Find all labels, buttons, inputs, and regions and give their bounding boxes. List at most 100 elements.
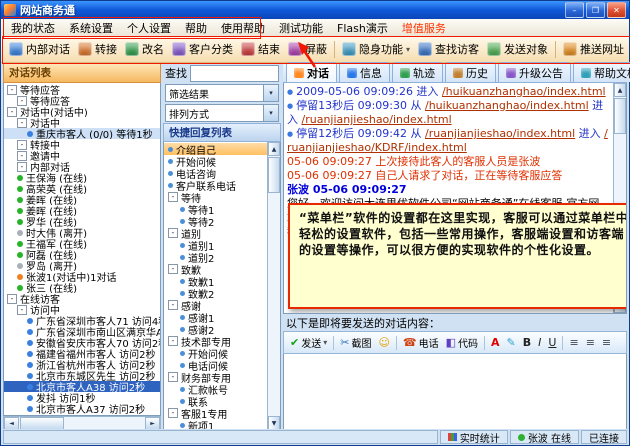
stealth-button[interactable]: 隐身功能▾ (338, 39, 414, 59)
tree-item[interactable]: 北京市客人A38 访问2秒 (4, 381, 160, 392)
tree-item[interactable]: 福建省福州市客人 访问2秒 (4, 348, 160, 359)
sort-dropdown[interactable]: 排列方式 ▾ (165, 104, 279, 122)
tree-item[interactable]: 张波1(对话中)1对话 (4, 271, 160, 282)
scroll-down-icon[interactable]: ▼ (268, 416, 280, 430)
page-link[interactable]: /huikuanzhanghao/index.html (442, 85, 606, 98)
align-center-button[interactable]: ≡ (583, 336, 598, 349)
quick-reply-item[interactable]: 道别1 (164, 239, 267, 251)
quick-reply-item[interactable]: 致歉1 (164, 275, 267, 287)
send-button[interactable]: ✔发送▾ (287, 334, 330, 351)
page-link[interactable]: /ruanjianjieshao/index.html (302, 113, 452, 126)
align-left-button[interactable]: ≡ (566, 336, 581, 349)
quick-reply-group[interactable]: -致歉 (164, 263, 267, 275)
tree-item[interactable]: 阿磊 (在线) (4, 249, 160, 260)
tree-item[interactable]: 北京市东城区先生 访问2秒 (4, 370, 160, 381)
tab-6[interactable]: 帮助文档 (573, 62, 630, 82)
quick-reply-item[interactable]: 介绍自己 (164, 143, 267, 155)
message-input[interactable] (283, 354, 627, 431)
scroll-up-icon[interactable]: ▲ (614, 83, 626, 97)
quick-reply-item[interactable]: 感谢2 (164, 323, 267, 335)
tree-group[interactable]: -等待应答 (4, 84, 160, 95)
align-right-button[interactable]: ≡ (599, 336, 614, 349)
tree-item[interactable]: 广东省深圳市南山区满京华A72... (4, 326, 160, 337)
chevron-down-icon[interactable]: ▾ (263, 105, 278, 121)
transfer-button[interactable]: 转接 (74, 39, 121, 59)
tree-item[interactable]: 发抖 访问1秒 (4, 392, 160, 403)
menu-item-3[interactable]: 个人设置 (120, 19, 178, 37)
tree-group[interactable]: -在线访客 (4, 293, 160, 304)
quick-reply-item[interactable]: 开始问候 (164, 155, 267, 167)
tree-group[interactable]: -转接中 (4, 139, 160, 150)
rename-button[interactable]: 改名 (121, 39, 168, 59)
tree-group[interactable]: -邀请中 (4, 150, 160, 161)
tree-group[interactable]: -内部对话 (4, 161, 160, 172)
tab-5[interactable]: 升级公告 (498, 62, 571, 82)
tree-item[interactable]: 姜晖 (在线) (4, 194, 160, 205)
quick-reply-group[interactable]: -等待 (164, 191, 267, 203)
search-input[interactable] (190, 65, 279, 82)
minimize-button[interactable]: – (565, 2, 584, 18)
quick-reply-group[interactable]: -感谢 (164, 299, 267, 311)
customer-category-button[interactable]: 客户分类 (168, 39, 237, 59)
italic-button[interactable]: I (535, 336, 544, 349)
scrollbar-track[interactable] (268, 194, 280, 416)
tree-group[interactable]: -对话中(对话中) (4, 106, 160, 117)
page-link[interactable]: /ruanjianjieshao/index.html (425, 127, 575, 140)
menu-item-4[interactable]: 帮助 (178, 19, 214, 37)
status-stats[interactable]: 实时统计 (440, 430, 508, 444)
quick-reply-item[interactable]: 客户联系电话 (164, 179, 267, 191)
quick-reply-item[interactable]: 等待1 (164, 203, 267, 215)
tree-item[interactable]: 浙江省杭州市客人 访问2秒 (4, 359, 160, 370)
quick-reply-group[interactable]: -技术部专用 (164, 335, 267, 347)
scrollbar-thumb[interactable] (614, 98, 626, 134)
scrollbar-thumb[interactable] (268, 157, 280, 193)
filter-dropdown[interactable]: 筛选结果 ▾ (165, 84, 279, 102)
font-color-button[interactable]: A (488, 336, 503, 349)
end-chat-button[interactable]: 结束 (237, 39, 284, 59)
send-target-button[interactable]: 发送对象 (483, 39, 552, 59)
push-url-button[interactable]: 推送网址 (559, 39, 628, 59)
quick-reply-group[interactable]: -道别 (164, 227, 267, 239)
tree-item[interactable]: 罗岛 (离开) (4, 260, 160, 271)
tree-item[interactable]: 高荣英 (在线) (4, 183, 160, 194)
phone-button[interactable]: ☎电话 (400, 334, 442, 351)
menu-item-8[interactable]: 增值服务 (395, 19, 453, 37)
menu-item-7[interactable]: Flash演示 (330, 19, 395, 37)
tree-item[interactable]: 广东省深圳市客人71 访问4秒 (4, 315, 160, 326)
chevron-down-icon[interactable]: ▾ (263, 85, 278, 101)
tab-1[interactable]: 对话 (286, 62, 337, 82)
menu-item-1[interactable]: 我的状态 (4, 19, 62, 37)
emoticon-button[interactable]: ☺ (375, 336, 392, 349)
tree-item[interactable]: 安徽省安庆市客人70 访问2秒 (4, 337, 160, 348)
highlighter-button[interactable]: ✎ (504, 336, 519, 349)
quick-reply-item[interactable]: 感谢1 (164, 311, 267, 323)
tree-item[interactable]: 时大伟 (离开) (4, 227, 160, 238)
tree-item[interactable]: 罗华 (在线) (4, 216, 160, 227)
quick-reply-item[interactable]: 开始问候 (164, 347, 267, 359)
quick-reply-group[interactable]: -财务部专用 (164, 371, 267, 383)
quick-reply-item[interactable]: 汇款帐号 (164, 383, 267, 395)
quick-reply-item[interactable]: 等待2 (164, 215, 267, 227)
quick-reply-group[interactable]: -客服1专用 (164, 407, 267, 419)
menu-item-2[interactable]: 系统设置 (62, 19, 120, 37)
tree-group[interactable]: -对话中 (4, 117, 160, 128)
bold-button[interactable]: B (520, 336, 534, 349)
vertical-scrollbar[interactable]: ▲ ▼ (267, 142, 280, 430)
tab-3[interactable]: 轨迹 (392, 62, 443, 82)
tree-item[interactable]: 张三 (在线) (4, 282, 160, 293)
find-visitor-button[interactable]: 查找访客 (414, 39, 483, 59)
close-button[interactable]: ✕ (607, 2, 626, 18)
quick-reply-item[interactable]: 联系 (164, 395, 267, 407)
block-button[interactable]: 屏蔽 (284, 39, 331, 59)
tab-2[interactable]: 信息 (339, 62, 390, 82)
page-link[interactable]: /huikuanzhanghao/index.html (425, 99, 589, 112)
tree-group[interactable]: -访问中 (4, 304, 160, 315)
underline-button[interactable]: U (545, 336, 559, 349)
tree-item[interactable]: 重庆市客人 (0/0) 等待1秒 (4, 128, 160, 139)
tree-item[interactable]: 北京市客人A37 访问2秒 (4, 403, 160, 414)
internal-chat-button[interactable]: 内部对话 (5, 39, 74, 59)
quick-reply-item[interactable]: 电话问候 (164, 359, 267, 371)
screenshot-button[interactable]: ✂截图 (337, 334, 374, 351)
tree-item[interactable]: 王保海 (在线) (4, 172, 160, 183)
quick-reply-item[interactable]: 致歉2 (164, 287, 267, 299)
